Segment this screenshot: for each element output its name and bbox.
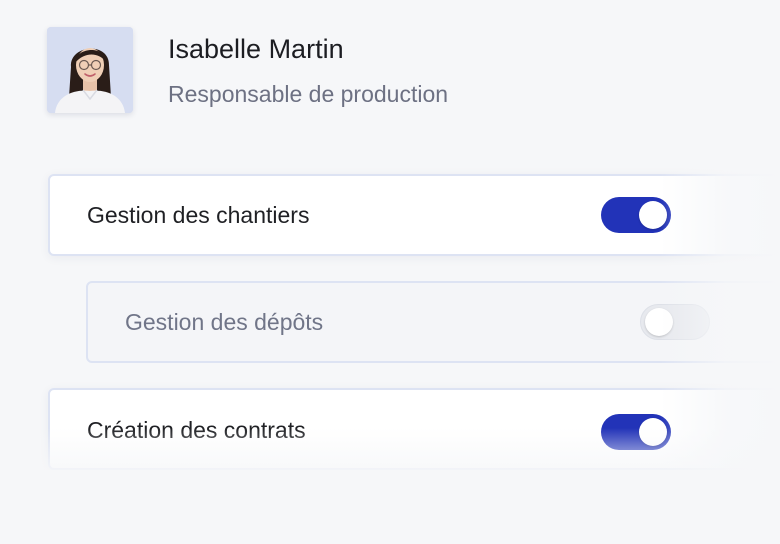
permission-row-gestion-depots: Gestion des dépôts [86, 281, 780, 363]
toggle-knob [639, 418, 667, 446]
permission-toggle-gestion-chantiers[interactable] [601, 197, 671, 233]
permission-toggle-creation-contrats[interactable] [601, 414, 671, 450]
permission-label: Gestion des dépôts [125, 308, 324, 335]
permission-toggle-gestion-depots[interactable] [640, 304, 710, 340]
user-role: Responsable de production [168, 81, 449, 107]
avatar [47, 27, 133, 113]
permissions-panel: Isabelle Martin Responsable de productio… [0, 0, 780, 544]
permission-label: Gestion des chantiers [87, 201, 310, 228]
permission-label: Création des contrats [87, 417, 306, 443]
bottom-background [0, 470, 780, 544]
user-name: Isabelle Martin [168, 34, 344, 64]
permission-row-creation-contrats: Création des contrats [48, 388, 780, 470]
toggle-knob [639, 201, 667, 229]
user-profile: Isabelle Martin Responsable de productio… [47, 27, 448, 113]
profile-photo [47, 27, 133, 113]
permission-row-gestion-chantiers: Gestion des chantiers [48, 174, 780, 256]
toggle-knob [645, 308, 673, 336]
